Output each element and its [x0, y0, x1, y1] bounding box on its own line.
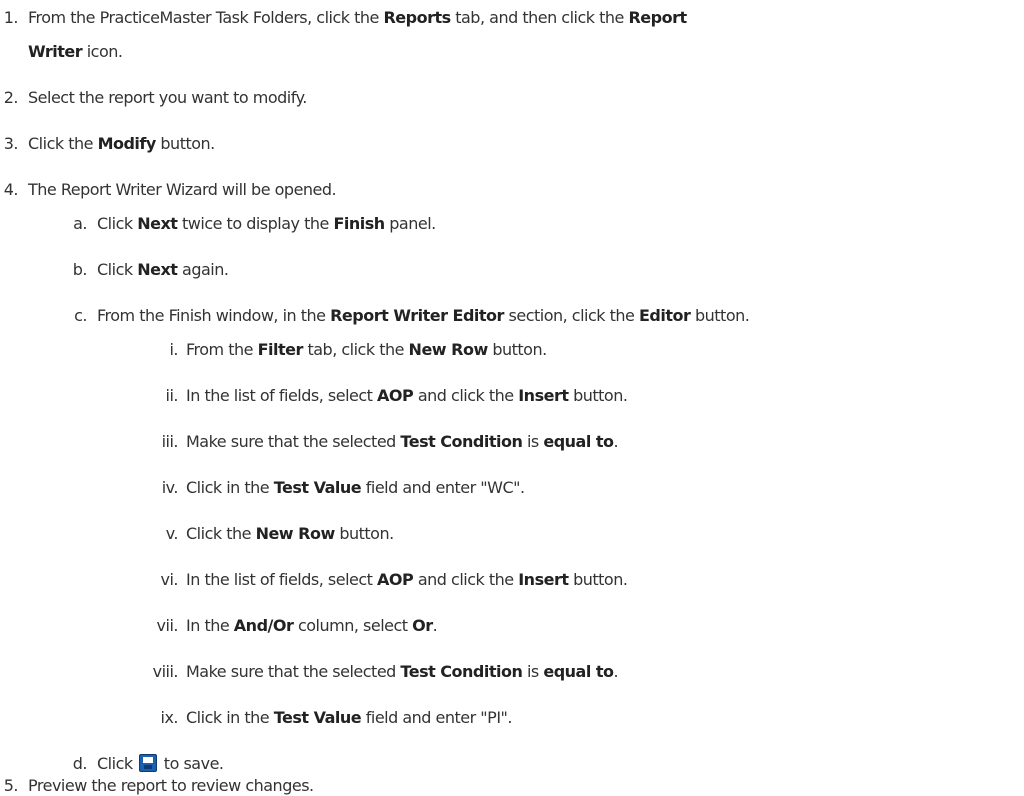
- step-text: field and enter "WC".: [361, 478, 525, 497]
- bold-term: Next: [137, 260, 178, 279]
- bold-term: Editor: [638, 306, 691, 325]
- step-text: Preview the report to review changes.: [28, 776, 314, 795]
- step-text: .: [613, 432, 619, 451]
- step-text: .: [432, 616, 438, 635]
- step-text: is: [522, 432, 544, 451]
- step-text: twice to display the: [177, 214, 334, 233]
- bold-term: Insert: [518, 386, 569, 405]
- step-text: Make sure that the selected: [186, 662, 401, 681]
- step-text: From the Finish window, in the: [97, 306, 331, 325]
- step-roman: v.: [165, 524, 179, 543]
- step-text: From the: [186, 340, 258, 359]
- step-text: From the PracticeMaster Task Folders, cl…: [28, 8, 384, 27]
- step-text: In the: [186, 616, 234, 635]
- bold-term: New Row: [255, 524, 336, 543]
- step-text: button.: [690, 306, 750, 325]
- step-roman: iv.: [161, 478, 179, 497]
- bold-term: equal to: [543, 662, 614, 681]
- bold-term: Test Condition: [400, 432, 523, 451]
- step-text: again.: [177, 260, 229, 279]
- step-text: Click in the: [186, 478, 274, 497]
- step-roman: ix.: [160, 708, 179, 727]
- step-text: button.: [487, 340, 547, 359]
- step-text: Make sure that the selected: [186, 432, 401, 451]
- step-text: button.: [568, 386, 628, 405]
- bold-term: Insert: [518, 570, 569, 589]
- save-icon[interactable]: [139, 754, 158, 772]
- bold-term: Test Condition: [400, 662, 523, 681]
- step-number: 2.: [3, 88, 19, 107]
- step-letter: d.: [72, 754, 88, 773]
- step-text: and click the: [413, 570, 519, 589]
- step-roman: viii.: [152, 662, 179, 681]
- step-roman: vii.: [156, 616, 179, 635]
- bold-term: Filter: [257, 340, 304, 359]
- step-text: Click the: [28, 134, 98, 153]
- step-text: and click the: [413, 386, 519, 405]
- bold-term: Report: [628, 8, 687, 27]
- step-number: 5.: [3, 776, 19, 795]
- step-text: section, click the: [503, 306, 639, 325]
- step-text: .: [613, 662, 619, 681]
- step-text: button.: [568, 570, 628, 589]
- step-text: button.: [155, 134, 215, 153]
- step-text: Select the report you want to modify.: [28, 88, 307, 107]
- step-text: field and enter "PI".: [361, 708, 513, 727]
- step-text: tab, and then click the: [450, 8, 629, 27]
- step-text: Click in the: [186, 708, 274, 727]
- step-text: Click: [97, 754, 133, 773]
- step-letter: a.: [73, 214, 87, 233]
- bold-term: AOP: [377, 570, 414, 589]
- step-text: The Report Writer Wizard will be opened.: [28, 180, 337, 199]
- bold-term: Writer: [28, 42, 83, 61]
- step-text: icon.: [82, 42, 123, 61]
- step-roman: ii.: [165, 386, 179, 405]
- bold-term: Or: [412, 616, 433, 635]
- step-text: Click the: [186, 524, 256, 543]
- bold-term: AOP: [377, 386, 414, 405]
- step-number: 1.: [3, 8, 19, 27]
- bold-term: Finish: [333, 214, 385, 233]
- step-roman: i.: [169, 340, 178, 359]
- bold-term: Report Writer Editor: [330, 306, 504, 325]
- bold-term: And/Or: [233, 616, 294, 635]
- step-letter: b.: [72, 260, 88, 279]
- step-number: 4.: [3, 180, 19, 199]
- step-text: Click: [97, 214, 138, 233]
- bold-term: Reports: [383, 8, 451, 27]
- step-roman: iii.: [161, 432, 179, 451]
- step-text: In the list of fields, select: [186, 570, 378, 589]
- step-text: column, select: [293, 616, 413, 635]
- bold-term: equal to: [543, 432, 614, 451]
- step-text: button.: [334, 524, 394, 543]
- step-text: In the list of fields, select: [186, 386, 378, 405]
- bold-term: Test Value: [273, 478, 362, 497]
- step-text: to save.: [159, 754, 224, 773]
- bold-term: New Row: [408, 340, 489, 359]
- bold-term: Modify: [97, 134, 157, 153]
- step-text: Click: [97, 260, 138, 279]
- step-text: is: [522, 662, 544, 681]
- bold-term: Test Value: [273, 708, 362, 727]
- step-letter: c.: [74, 306, 87, 325]
- step-number: 3.: [3, 134, 19, 153]
- step-text: panel.: [384, 214, 436, 233]
- step-roman: vi.: [160, 570, 179, 589]
- step-text: tab, click the: [302, 340, 409, 359]
- bold-term: Next: [137, 214, 178, 233]
